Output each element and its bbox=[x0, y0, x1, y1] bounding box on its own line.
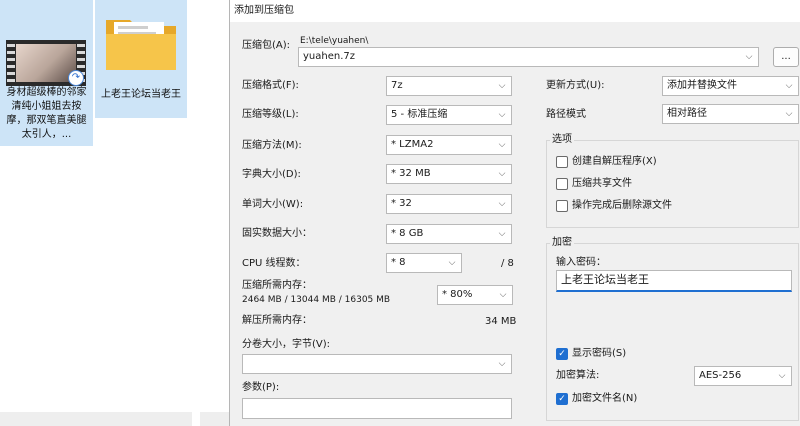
desktop: ↷ 身材超级棒的邻家清纯小姐姐去按摩，那双笔直美腿太引人，... 上老王论坛当老… bbox=[0, 0, 230, 426]
mem-decomp-label: 解压所需内存： bbox=[242, 315, 312, 326]
chevron-down-icon: ⌵ bbox=[785, 81, 793, 91]
encrypt-names-checkbox[interactable]: ✓ bbox=[556, 393, 568, 405]
chevron-down-icon: ⌵ bbox=[498, 169, 506, 179]
show-password-checkbox[interactable]: ✓ bbox=[556, 348, 568, 360]
split-combo[interactable]: ⌵ bbox=[242, 354, 512, 374]
chevron-down-icon: ⌵ bbox=[499, 290, 507, 300]
chevron-down-icon: ⌵ bbox=[745, 52, 753, 62]
sfx-checkbox[interactable] bbox=[556, 156, 568, 168]
dict-label: 字典大小(D): bbox=[242, 169, 301, 180]
enc-method-label: 加密算法: bbox=[556, 370, 600, 381]
split-label: 分卷大小，字节(V): bbox=[242, 339, 331, 350]
word-label: 单词大小(W): bbox=[242, 199, 304, 210]
threads-label: CPU 线程数： bbox=[242, 258, 306, 269]
mem-usage-select[interactable]: * 80% ⌵ bbox=[437, 285, 513, 305]
mem-decomp-value: 34 MB bbox=[485, 316, 517, 327]
chevron-down-icon: ⌵ bbox=[785, 109, 793, 119]
delete-label[interactable]: 操作完成后删除源文件 bbox=[572, 199, 672, 213]
file-name-label: 身材超级棒的邻家清纯小姐姐去按摩，那双笔直美腿太引人，... bbox=[6, 87, 87, 140]
level-label: 压缩等级(L): bbox=[242, 109, 299, 120]
folder-icon bbox=[106, 20, 176, 70]
params-input[interactable] bbox=[242, 398, 512, 419]
chevron-down-icon: ⌵ bbox=[498, 229, 506, 239]
archive-path: E:\tele\yuahen\ bbox=[300, 36, 369, 46]
show-password-label[interactable]: 显示密码(S) bbox=[572, 347, 626, 361]
chevron-down-icon: ⌵ bbox=[498, 140, 506, 150]
solid-label: 固实数据大小： bbox=[242, 228, 312, 239]
archive-name-combo[interactable]: yuahen.7z ⌵ bbox=[298, 47, 759, 67]
password-input[interactable]: 上老王论坛当老王 bbox=[556, 270, 792, 292]
threads-total: / 8 bbox=[501, 258, 514, 269]
chevron-down-icon: ⌵ bbox=[498, 359, 506, 369]
threads-select[interactable]: * 8 ⌵ bbox=[386, 253, 462, 273]
chevron-down-icon: ⌵ bbox=[498, 110, 506, 120]
pathmode-select[interactable]: 相对路径 ⌵ bbox=[662, 104, 799, 124]
browse-button[interactable]: ... bbox=[773, 47, 799, 67]
video-file-item[interactable]: ↷ 身材超级棒的邻家清纯小姐姐去按摩，那双笔直美腿太引人，... bbox=[0, 0, 93, 146]
params-label: 参数(P): bbox=[242, 382, 280, 393]
password-label: 输入密码： bbox=[556, 257, 606, 268]
folder-name-label: 上老王论坛当老王 bbox=[101, 89, 181, 100]
delete-checkbox[interactable] bbox=[556, 200, 568, 212]
update-select[interactable]: 添加并替换文件 ⌵ bbox=[662, 76, 799, 96]
chevron-down-icon: ⌵ bbox=[498, 81, 506, 91]
format-select[interactable]: 7z ⌵ bbox=[386, 76, 512, 96]
chevron-down-icon: ⌵ bbox=[778, 371, 786, 381]
shared-label[interactable]: 压缩共享文件 bbox=[572, 177, 632, 191]
options-title: 选项 bbox=[550, 133, 574, 147]
method-select[interactable]: * LZMA2 ⌵ bbox=[386, 135, 512, 155]
share-arrow-icon: ↷ bbox=[68, 70, 84, 86]
format-label: 压缩格式(F): bbox=[242, 80, 299, 91]
method-label: 压缩方法(M): bbox=[242, 140, 302, 151]
level-select[interactable]: 5 - 标准压缩 ⌵ bbox=[386, 105, 512, 125]
chevron-down-icon: ⌵ bbox=[448, 258, 456, 268]
dialog-title: 添加到压缩包 bbox=[230, 0, 800, 22]
pathmode-label: 路径模式 bbox=[546, 109, 586, 120]
encrypt-names-label[interactable]: 加密文件名(N) bbox=[572, 392, 637, 406]
update-label: 更新方式(U): bbox=[546, 80, 605, 91]
taskbar-strip bbox=[0, 412, 230, 426]
enc-method-select[interactable]: AES-256 ⌵ bbox=[694, 366, 792, 386]
add-to-archive-dialog: 添加到压缩包 压缩包(A): E:\tele\yuahen\ yuahen.7z… bbox=[229, 0, 800, 426]
encryption-title: 加密 bbox=[550, 236, 574, 250]
archive-label: 压缩包(A): bbox=[242, 40, 291, 51]
shared-checkbox[interactable] bbox=[556, 178, 568, 190]
word-select[interactable]: * 32 ⌵ bbox=[386, 194, 512, 214]
sfx-label[interactable]: 创建自解压程序(X) bbox=[572, 155, 657, 169]
solid-select[interactable]: * 8 GB ⌵ bbox=[386, 224, 512, 244]
mem-comp-detail: 2464 MB / 13044 MB / 16305 MB bbox=[242, 295, 391, 305]
dict-select[interactable]: * 32 MB ⌵ bbox=[386, 164, 512, 184]
mem-comp-label: 压缩所需内存： bbox=[242, 280, 312, 291]
chevron-down-icon: ⌵ bbox=[498, 199, 506, 209]
folder-item[interactable]: 上老王论坛当老王 bbox=[95, 0, 187, 118]
